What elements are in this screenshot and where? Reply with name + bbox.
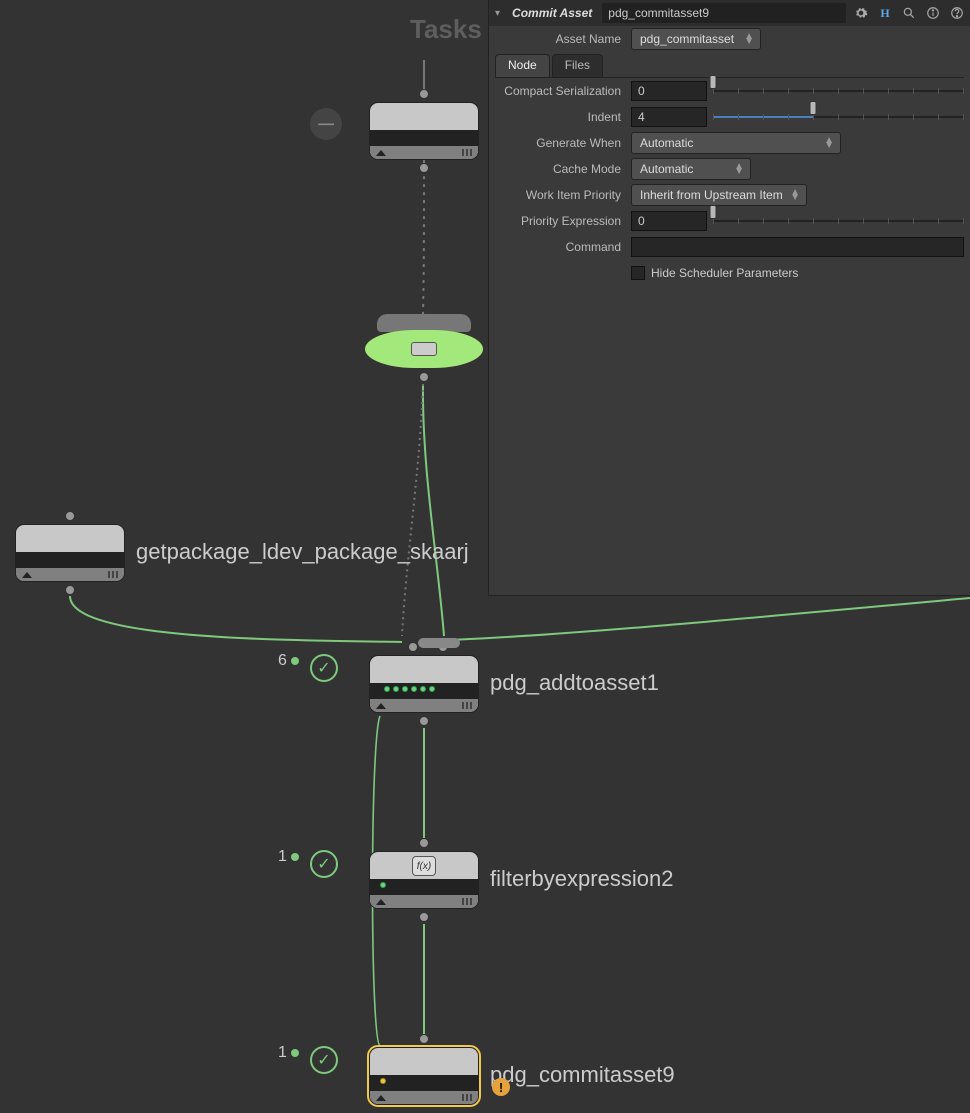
- panel-body: Compact Serialization Indent Generate Wh…: [489, 78, 970, 286]
- node-label: pdg_addtoasset1: [490, 670, 659, 696]
- chevron-updown-icon: ▲▼: [734, 164, 744, 174]
- info-icon[interactable]: [924, 4, 942, 22]
- param-label: Asset Name: [495, 32, 625, 46]
- param-label: Generate When: [495, 136, 625, 150]
- cache-mode-row: Cache Mode Automatic ▲▼: [489, 156, 970, 182]
- param-label: Compact Serialization: [495, 84, 625, 98]
- select-value: Inherit from Upstream Item: [640, 188, 783, 202]
- hide-scheduler-checkbox[interactable]: [631, 266, 645, 280]
- houdini-icon[interactable]: H: [876, 4, 894, 22]
- node-label: pdg_commitasset9: [490, 1062, 675, 1088]
- priority-expression-input[interactable]: [631, 211, 707, 231]
- param-label: Indent: [495, 110, 625, 124]
- node-footer: [370, 699, 478, 712]
- generate-when-row: Generate When Automatic ▲▼: [489, 130, 970, 156]
- select-value: Automatic: [640, 162, 693, 176]
- work-item-priority-select[interactable]: Inherit from Upstream Item ▲▼: [631, 184, 807, 206]
- asset-name-row: Asset Name pdg_commitasset ▲▼: [489, 26, 970, 52]
- node-output-port[interactable]: [419, 163, 429, 173]
- hide-scheduler-row: Hide Scheduler Parameters: [489, 260, 970, 286]
- panel-header: ▾ Commit Asset H: [489, 0, 970, 26]
- node-footer: [16, 568, 124, 581]
- node-input-port[interactable]: [419, 89, 429, 99]
- command-input[interactable]: [631, 237, 964, 257]
- graph-node-commit[interactable]: pdg_commitasset9: [369, 1047, 479, 1105]
- workitem-count: 1: [278, 1044, 299, 1062]
- status-warning-icon: !: [492, 1078, 510, 1096]
- node-output-port[interactable]: [419, 716, 429, 726]
- param-label: Priority Expression: [495, 214, 625, 228]
- graph-node-top[interactable]: [369, 102, 479, 160]
- indent-slider[interactable]: [713, 107, 964, 127]
- parameter-panel: ▾ Commit Asset H Asset Name pdg_commitas…: [488, 0, 970, 596]
- asset-name-select[interactable]: pdg_commitasset ▲▼: [631, 28, 761, 50]
- indent-input[interactable]: [631, 107, 707, 127]
- graph-node-getpackage[interactable]: getpackage_ldev_package_skaarj: [15, 524, 125, 582]
- node-input-port[interactable]: [408, 642, 418, 652]
- node-output-port[interactable]: [419, 372, 429, 382]
- status-success-icon: ✓: [310, 654, 338, 682]
- indent-row: Indent: [489, 104, 970, 130]
- panel-tabs: Node Files: [495, 54, 964, 78]
- operator-type-label: Commit Asset: [508, 6, 596, 20]
- node-footer: [370, 146, 478, 159]
- scheduler-body: [365, 330, 483, 368]
- node-footer: [370, 1091, 478, 1104]
- priority-expression-slider[interactable]: [713, 211, 964, 231]
- priority-expression-row: Priority Expression: [489, 208, 970, 234]
- node-footer: [370, 895, 478, 908]
- compact-serialization-row: Compact Serialization: [489, 78, 970, 104]
- collapse-icon[interactable]: ▾: [493, 8, 502, 19]
- search-icon[interactable]: [900, 4, 918, 22]
- status-success-icon: ✓: [310, 1046, 338, 1074]
- cache-mode-select[interactable]: Automatic ▲▼: [631, 158, 751, 180]
- help-icon[interactable]: [948, 4, 966, 22]
- tab-node[interactable]: Node: [495, 54, 550, 77]
- node-top-handle[interactable]: [418, 638, 460, 648]
- generate-when-select[interactable]: Automatic ▲▼: [631, 132, 841, 154]
- select-value: pdg_commitasset: [640, 32, 734, 46]
- node-label: filterbyexpression2: [490, 866, 673, 892]
- network-title: Tasks: [410, 14, 482, 45]
- node-label: getpackage_ldev_package_skaarj: [136, 539, 469, 565]
- node-input-port[interactable]: [65, 511, 75, 521]
- node-output-port[interactable]: [419, 912, 429, 922]
- workitem-count: 1: [278, 848, 299, 866]
- gear-icon[interactable]: [852, 4, 870, 22]
- compact-serialization-input[interactable]: [631, 81, 707, 101]
- checkbox-label: Hide Scheduler Parameters: [651, 266, 798, 280]
- bypass-badge[interactable]: ─: [310, 108, 342, 140]
- tab-files[interactable]: Files: [552, 54, 603, 77]
- node-output-port[interactable]: [65, 585, 75, 595]
- status-success-icon: ✓: [310, 850, 338, 878]
- compact-serialization-slider[interactable]: [713, 81, 964, 101]
- operator-name-input[interactable]: [602, 3, 846, 23]
- param-label: Cache Mode: [495, 162, 625, 176]
- filter-icon: f(x): [412, 856, 436, 876]
- graph-node-addtoasset[interactable]: pdg_addtoasset1: [369, 655, 479, 713]
- select-value: Automatic: [640, 136, 693, 150]
- graph-node-scheduler[interactable]: [365, 314, 483, 370]
- chevron-updown-icon: ▲▼: [744, 34, 754, 44]
- param-label: Command: [495, 240, 625, 254]
- command-row: Command: [489, 234, 970, 260]
- chevron-updown-icon: ▲▼: [824, 138, 834, 148]
- graph-node-filter[interactable]: f(x) filterbyexpression2: [369, 851, 479, 909]
- header-icons: H: [852, 4, 966, 22]
- node-input-port[interactable]: [419, 1034, 429, 1044]
- workitem-count: 6: [278, 652, 299, 670]
- chevron-updown-icon: ▲▼: [790, 190, 800, 200]
- node-input-port[interactable]: [419, 838, 429, 848]
- param-label: Work Item Priority: [495, 188, 625, 202]
- work-item-priority-row: Work Item Priority Inherit from Upstream…: [489, 182, 970, 208]
